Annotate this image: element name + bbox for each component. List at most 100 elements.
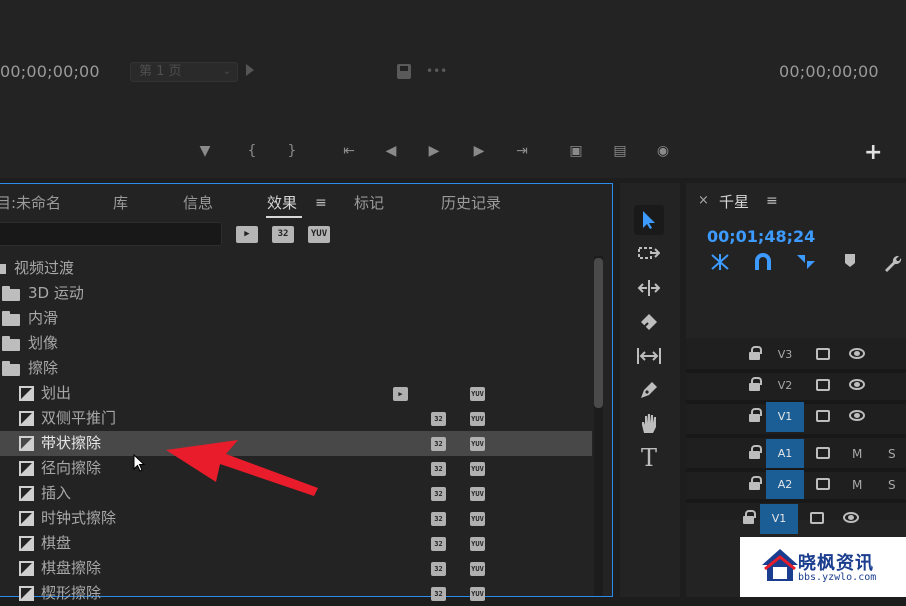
sequence-timecode[interactable]: 00;01;48;24 <box>707 227 815 246</box>
32-bit-filter-icon[interactable]: 32 <box>272 226 294 243</box>
close-icon[interactable]: × <box>698 193 709 208</box>
track-v3[interactable]: V3 <box>686 340 906 370</box>
tab-history[interactable]: 历史记录 <box>441 192 501 213</box>
tree-folder[interactable]: 3D 运动 <box>0 281 592 306</box>
effect-item[interactable]: 楔形擦除 32 YUV <box>0 581 592 606</box>
effects-search-input[interactable] <box>0 222 222 246</box>
eye-icon[interactable] <box>843 512 859 523</box>
accelerated-filter-icon[interactable]: ▶ <box>236 226 258 243</box>
sync-lock-icon[interactable] <box>816 410 830 422</box>
play-icon[interactable]: ▶ <box>424 143 444 159</box>
ripple-edit-icon[interactable] <box>634 273 664 303</box>
transition-icon <box>19 486 34 501</box>
overwrite-icon[interactable]: ▤ <box>610 143 630 159</box>
step-forward-icon[interactable]: ▶ <box>469 143 489 159</box>
tree-folder[interactable]: 内滑 <box>0 306 592 331</box>
track-name[interactable]: A2 <box>766 470 804 500</box>
32-bit-badge-icon: 32 <box>431 487 446 501</box>
lock-icon[interactable] <box>743 510 756 524</box>
sync-lock-icon[interactable] <box>810 512 824 524</box>
effect-item[interactable]: 棋盘擦除 32 YUV <box>0 556 592 581</box>
track-name[interactable]: V3 <box>766 340 804 370</box>
track-v1-lower[interactable]: V1 <box>686 504 906 534</box>
sync-lock-icon[interactable] <box>816 379 830 391</box>
duration-timecode[interactable]: 00;00;00;00 <box>779 62 879 81</box>
insert-icon[interactable]: ▣ <box>566 143 586 159</box>
wrench-icon[interactable] <box>882 253 902 277</box>
sync-lock-icon[interactable] <box>816 447 830 459</box>
effects-scrollbar[interactable] <box>594 256 603 596</box>
linked-selection-icon[interactable] <box>796 253 816 275</box>
effect-item[interactable]: 双侧平推门 32 YUV <box>0 406 592 431</box>
sync-lock-icon[interactable] <box>816 478 830 490</box>
32-bit-badge-icon: 32 <box>431 412 446 426</box>
tab-effects[interactable]: 效果 <box>267 192 297 213</box>
scroll-thumb[interactable] <box>594 258 603 408</box>
panel-menu-icon[interactable]: ≡ <box>315 195 327 211</box>
effect-label: 双侧平推门 <box>41 409 117 427</box>
playhead-timecode[interactable]: 00;00;00;00 <box>0 62 100 81</box>
solo-button[interactable]: S <box>888 470 896 500</box>
add-marker-icon[interactable] <box>844 253 856 273</box>
track-name[interactable]: V1 <box>766 402 804 432</box>
mute-button[interactable]: M <box>852 439 862 469</box>
panel-menu-icon[interactable]: ≡ <box>766 193 778 209</box>
32-bit-badge-icon: 32 <box>431 587 446 601</box>
next-page-icon[interactable] <box>246 64 254 76</box>
sync-lock-icon[interactable] <box>816 348 830 360</box>
tab-markers[interactable]: 标记 <box>354 192 384 213</box>
tree-item-label: 3D 运动 <box>28 284 84 302</box>
tree-bin-video-transitions[interactable]: 视频过渡 <box>0 256 592 281</box>
tab-library[interactable]: 库 <box>113 192 128 213</box>
eye-icon[interactable] <box>849 348 865 359</box>
pen-icon[interactable] <box>634 375 664 405</box>
lock-icon[interactable] <box>749 445 762 459</box>
save-frame-icon[interactable] <box>397 64 411 79</box>
solo-button[interactable]: S <box>888 439 896 469</box>
selection-tool-icon[interactable] <box>634 205 664 235</box>
track-separator <box>686 499 906 503</box>
razor-icon[interactable] <box>634 307 664 337</box>
step-back-icon[interactable]: ◀ <box>381 143 401 159</box>
tree-folder[interactable]: 擦除 <box>0 356 592 381</box>
mark-out-icon[interactable]: } <box>282 143 302 159</box>
track-name[interactable]: V2 <box>766 371 804 401</box>
hand-icon[interactable] <box>634 409 664 439</box>
lock-icon[interactable] <box>749 408 762 422</box>
fx-wave-icon[interactable]: ••• <box>426 64 447 78</box>
page-select[interactable]: 第 1 页 ⌄ <box>130 62 238 82</box>
tab-project[interactable]: 目:未命名 <box>0 192 61 213</box>
export-frame-icon[interactable]: ◉ <box>653 143 673 159</box>
lock-icon[interactable] <box>749 346 762 360</box>
track-v1[interactable]: V1 <box>686 402 906 432</box>
track-a1[interactable]: A1 M S <box>686 439 906 469</box>
yuv-badge-icon: YUV <box>470 387 485 401</box>
add-button-icon[interactable]: + <box>864 142 882 164</box>
track-name[interactable]: V1 <box>760 504 798 534</box>
folder-icon <box>2 311 20 326</box>
eye-icon[interactable] <box>849 379 865 390</box>
effect-item[interactable]: 划出 ▶ YUV <box>0 381 592 406</box>
eye-icon[interactable] <box>849 410 865 421</box>
slip-icon[interactable] <box>634 341 664 371</box>
mute-button[interactable]: M <box>852 470 862 500</box>
lock-icon[interactable] <box>749 377 762 391</box>
track-select-icon[interactable] <box>634 239 664 269</box>
track-name[interactable]: A1 <box>766 439 804 469</box>
tab-info[interactable]: 信息 <box>183 192 213 213</box>
tree-item-label: 内滑 <box>28 309 59 327</box>
snap-icon[interactable] <box>754 253 772 275</box>
sequence-tab[interactable]: 千星 <box>719 191 749 212</box>
go-to-in-icon[interactable]: ⇤ <box>339 143 359 159</box>
mark-in-icon[interactable]: { <box>242 143 262 159</box>
lock-icon[interactable] <box>749 476 762 490</box>
effect-item[interactable]: 棋盘 32 YUV <box>0 531 592 556</box>
nest-icon[interactable] <box>710 253 730 275</box>
track-a2[interactable]: A2 M S <box>686 470 906 500</box>
type-icon[interactable]: T <box>634 443 664 473</box>
go-to-out-icon[interactable]: ⇥ <box>512 143 532 159</box>
marker-icon[interactable]: ▼ <box>195 143 215 159</box>
track-v2[interactable]: V2 <box>686 371 906 401</box>
tree-folder[interactable]: 划像 <box>0 331 592 356</box>
yuv-filter-icon[interactable]: YUV <box>308 226 330 243</box>
